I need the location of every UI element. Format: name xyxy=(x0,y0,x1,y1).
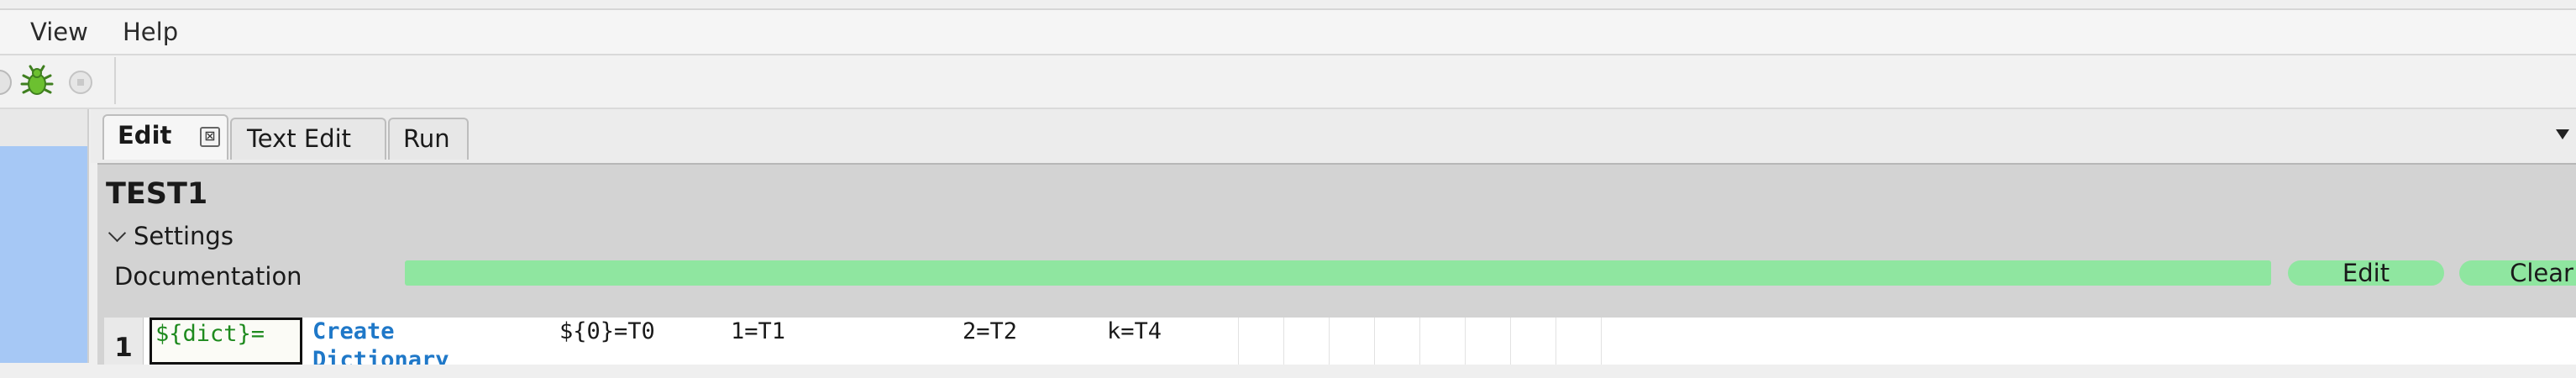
column-divider xyxy=(1329,318,1330,365)
clear-button[interactable]: Clear xyxy=(2459,260,2576,286)
tab-text-edit-label: Text Edit xyxy=(247,124,352,153)
left-panel xyxy=(0,109,89,363)
editor-panel: TEST1 Settings Documentation Edit Clear … xyxy=(97,163,2576,365)
menu-help[interactable]: Help xyxy=(123,17,178,47)
table-cell[interactable]: Create Dictionary xyxy=(309,318,536,365)
table-cell[interactable]: ${0}=T0 xyxy=(556,318,724,365)
documentation-field[interactable] xyxy=(405,260,2271,286)
column-divider xyxy=(1283,318,1284,365)
window-top-strip xyxy=(0,0,2576,10)
settings-label: Settings xyxy=(134,222,233,250)
stop-icon[interactable] xyxy=(69,71,92,94)
tab-overflow-icon[interactable] xyxy=(2556,129,2569,139)
tab-strip: Edit ⊠ Text Edit Run xyxy=(91,109,2576,163)
table-cell[interactable]: k=T4 xyxy=(1104,318,1230,365)
tab-edit[interactable]: Edit ⊠ xyxy=(102,114,228,160)
row-number[interactable]: 1 xyxy=(104,318,144,365)
column-divider xyxy=(1465,318,1466,365)
documentation-label: Documentation xyxy=(114,262,302,291)
keyword-table: 1 ${dict}= Create Dictionary ${0}=T0 1=T… xyxy=(104,318,2576,365)
tab-edit-label: Edit xyxy=(118,121,172,150)
page-title: TEST1 xyxy=(106,177,208,211)
column-divider xyxy=(1238,318,1239,365)
chevron-down-icon xyxy=(108,223,127,243)
column-divider xyxy=(1510,318,1511,365)
column-divider xyxy=(1374,318,1375,365)
table-cell[interactable]: 2=T2 xyxy=(959,318,1102,365)
bug-icon[interactable] xyxy=(18,64,55,97)
column-divider xyxy=(1419,318,1420,365)
partial-icon[interactable] xyxy=(0,70,12,95)
table-cell[interactable]: ${dict}= xyxy=(150,318,302,365)
tree-selection[interactable] xyxy=(0,146,87,363)
menu-bar: View Help xyxy=(0,10,2576,55)
table-cell[interactable]: 1=T1 xyxy=(727,318,954,365)
toolbar xyxy=(0,55,2576,109)
close-icon[interactable]: ⊠ xyxy=(200,127,220,147)
column-divider xyxy=(1601,318,1602,365)
tab-run[interactable]: Run xyxy=(388,118,469,160)
toolbar-separator xyxy=(114,57,116,104)
edit-button[interactable]: Edit xyxy=(2288,260,2444,286)
settings-toggle[interactable]: Settings xyxy=(106,222,233,250)
tab-text-edit[interactable]: Text Edit xyxy=(230,118,386,160)
tab-run-label: Run xyxy=(403,124,450,153)
menu-view[interactable]: View xyxy=(30,17,88,47)
